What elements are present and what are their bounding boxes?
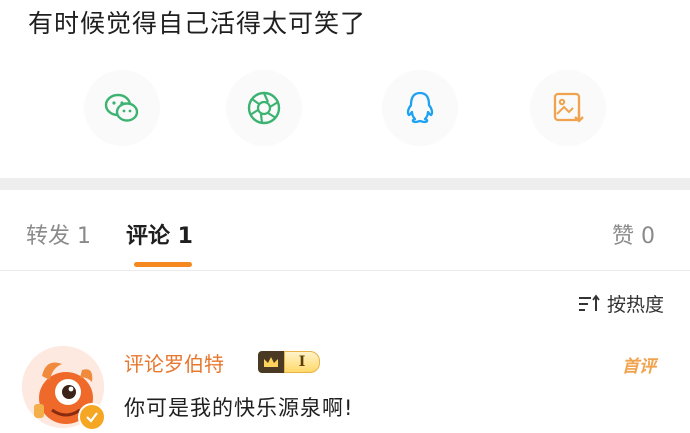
tabs-divider (0, 270, 690, 271)
sort-label: 按热度 (606, 294, 664, 316)
fan-level-badge[interactable]: I (258, 351, 320, 373)
comment-username[interactable]: 评论罗伯特 (124, 348, 224, 377)
first-comment-tag: 首评 (622, 357, 656, 377)
tab-repost[interactable]: 转发 1 (26, 218, 91, 250)
tab-comments[interactable]: 评论 1 (126, 218, 193, 250)
qq-icon (406, 91, 434, 124)
verified-badge-icon (78, 403, 106, 431)
share-qq-button[interactable] (382, 70, 458, 146)
active-tab-indicator (134, 262, 192, 267)
sort-button[interactable]: 按热度 (577, 290, 664, 317)
wechat-icon (104, 93, 139, 122)
check-icon (86, 412, 98, 423)
share-row (0, 70, 690, 160)
fan-level-number: I (284, 351, 320, 373)
share-wechat-button[interactable] (84, 70, 160, 146)
crown-icon (258, 351, 284, 373)
section-divider (0, 178, 690, 190)
save-image-button[interactable] (530, 70, 606, 146)
comment-tabs: 转发 1 评论 1 赞 0 (0, 212, 690, 268)
comment-item: 评论罗伯特 I 首评 你可是我的快乐源泉啊! (0, 340, 690, 433)
tab-likes[interactable]: 赞 0 (612, 218, 655, 250)
save-image-icon (553, 92, 584, 123)
comment-text: 你可是我的快乐源泉啊! (124, 396, 354, 420)
sort-icon (578, 294, 600, 311)
share-moments-button[interactable] (226, 70, 302, 146)
post-text: 有时候觉得自己活得太可笑了 (28, 9, 367, 38)
moments-icon (247, 91, 281, 125)
